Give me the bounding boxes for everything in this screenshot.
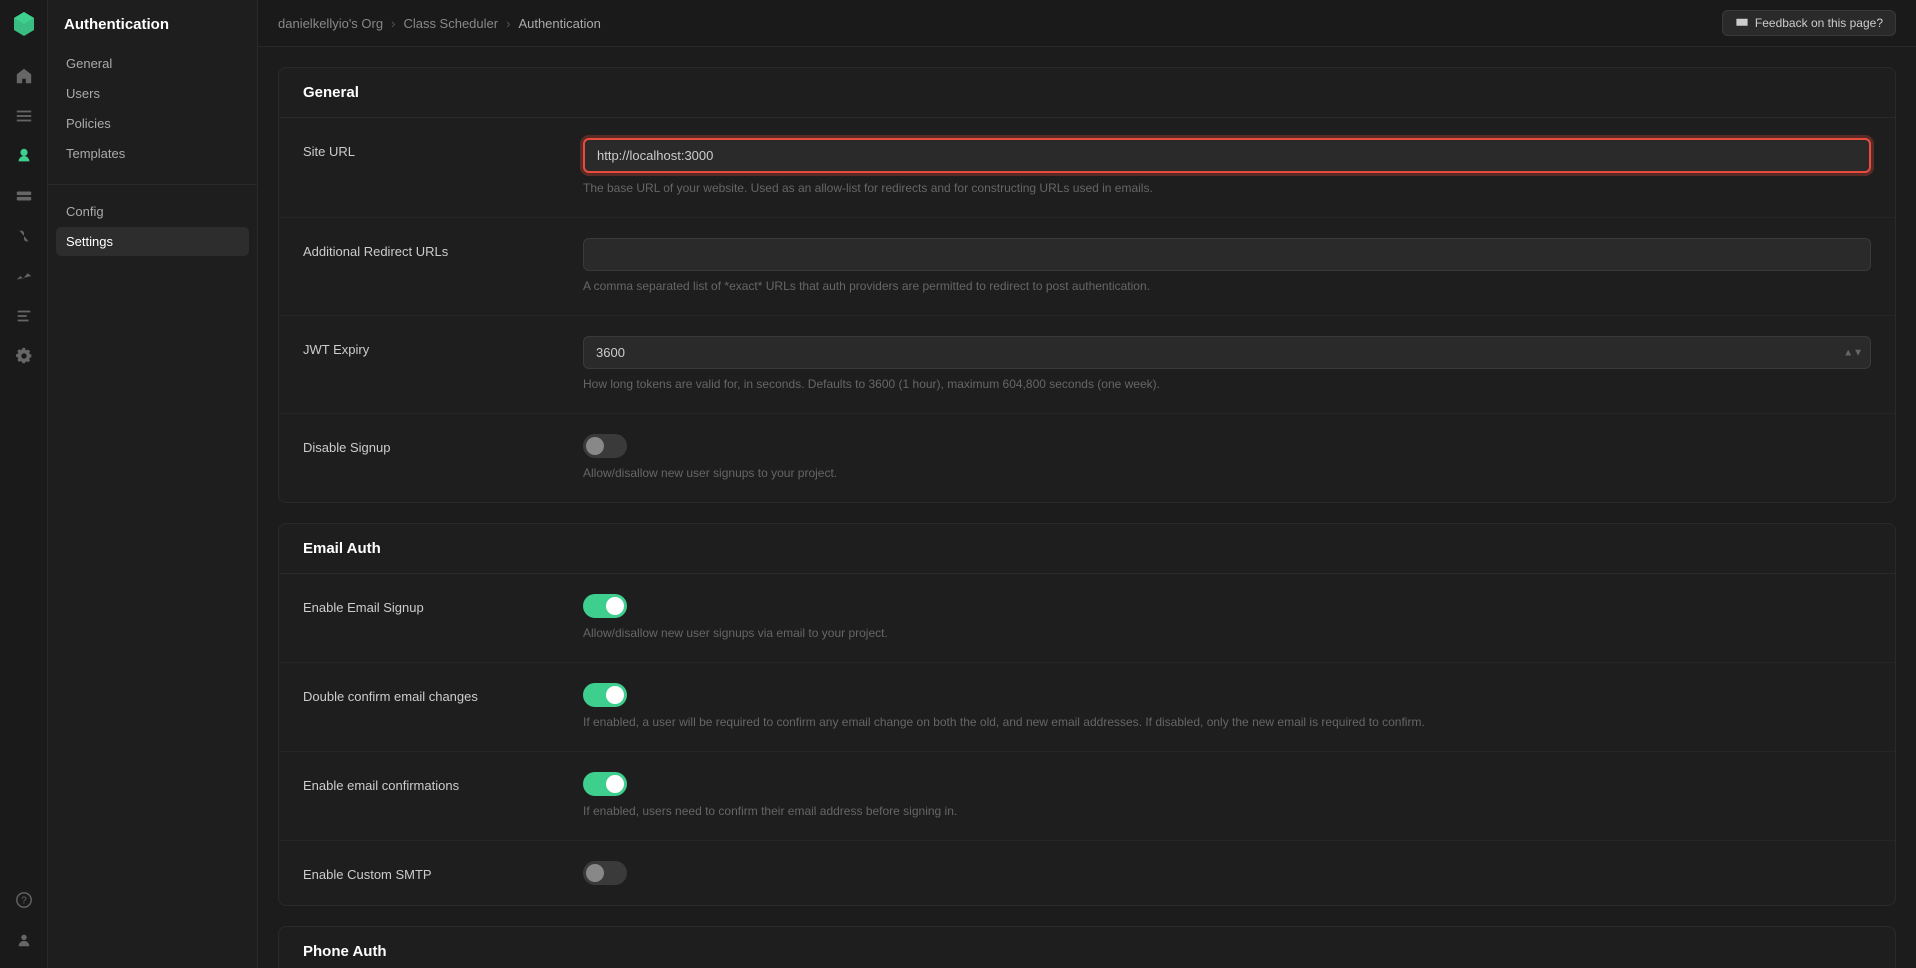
sidebar-title: Authentication [48,16,257,49]
jwt-expiry-row: JWT Expiry ▲▼ How long tokens are valid … [279,316,1895,414]
topbar: danielkellyio's Org › Class Scheduler › … [258,0,1916,47]
jwt-expiry-control: ▲▼ How long tokens are valid for, in sec… [583,336,1871,393]
sidebar-item-templates[interactable]: Templates [56,139,249,168]
enable-email-confirmations-slider [583,772,627,796]
site-url-desc: The base URL of your website. Used as an… [583,179,1871,197]
double-confirm-email-row: Double confirm email changes If enabled,… [279,663,1895,752]
breadcrumb-sep1: › [391,16,395,31]
redirect-urls-label: Additional Redirect URLs [303,238,583,259]
general-section-title: General [279,68,1895,118]
nav-help-icon[interactable]: ? [6,882,42,918]
nav-home-icon[interactable] [6,58,42,94]
jwt-expiry-spinner[interactable]: ▲▼ [1843,347,1863,358]
redirect-urls-control: A comma separated list of *exact* URLs t… [583,238,1871,295]
email-auth-section: Email Auth Enable Email Signup Allow/dis… [278,523,1896,906]
double-confirm-email-toggle[interactable] [583,683,627,707]
main-area: danielkellyio's Org › Class Scheduler › … [258,0,1916,968]
site-url-control: The base URL of your website. Used as an… [583,138,1871,197]
svg-text:?: ? [21,896,27,907]
enable-custom-smtp-control [583,861,1871,885]
disable-signup-slider [583,434,627,458]
enable-email-signup-toggle[interactable] [583,594,627,618]
jwt-expiry-wrap: ▲▼ [583,336,1871,369]
nav-auth-icon[interactable] [6,138,42,174]
nav-table-icon[interactable] [6,98,42,134]
app-logo[interactable] [10,10,38,38]
icon-rail: ? [0,0,48,968]
double-confirm-email-label: Double confirm email changes [303,683,583,704]
general-section-body: Site URL The base URL of your website. U… [279,118,1895,502]
redirect-urls-row: Additional Redirect URLs A comma separat… [279,218,1895,316]
email-auth-section-body: Enable Email Signup Allow/disallow new u… [279,574,1895,905]
site-url-input[interactable] [583,138,1871,173]
enable-email-confirmations-row: Enable email confirmations If enabled, u… [279,752,1895,841]
breadcrumb: danielkellyio's Org › Class Scheduler › … [278,16,601,31]
redirect-urls-input[interactable] [583,238,1871,271]
enable-email-confirmations-toggle[interactable] [583,772,627,796]
enable-email-signup-slider [583,594,627,618]
sidebar-item-settings[interactable]: Settings [56,227,249,256]
double-confirm-email-desc: If enabled, a user will be required to c… [583,713,1871,731]
sidebar-item-users[interactable]: Users [56,79,249,108]
double-confirm-email-control: If enabled, a user will be required to c… [583,683,1871,731]
feedback-button[interactable]: Feedback on this page? [1722,10,1896,36]
enable-custom-smtp-label: Enable Custom SMTP [303,861,583,882]
jwt-expiry-label: JWT Expiry [303,336,583,357]
enable-custom-smtp-slider [583,861,627,885]
sidebar-item-config[interactable]: Config [56,197,249,226]
sidebar: Authentication General Users Policies Te… [48,0,258,968]
nav-logs-icon[interactable] [6,298,42,334]
breadcrumb-org[interactable]: danielkellyio's Org [278,16,383,31]
disable-signup-control: Allow/disallow new user signups to your … [583,434,1871,482]
enable-email-signup-label: Enable Email Signup [303,594,583,615]
disable-signup-toggle[interactable] [583,434,627,458]
feedback-icon [1735,16,1749,30]
sidebar-config-section: Config Settings [48,184,257,256]
enable-email-confirmations-control: If enabled, users need to confirm their … [583,772,1871,820]
nav-profile-icon[interactable] [6,922,42,958]
site-url-row: Site URL The base URL of your website. U… [279,118,1895,218]
general-section: General Site URL The base URL of your we… [278,67,1896,503]
breadcrumb-project[interactable]: Class Scheduler [403,16,498,31]
sidebar-nav-section: General Users Policies Templates [48,49,257,168]
disable-signup-label: Disable Signup [303,434,583,455]
enable-email-signup-row: Enable Email Signup Allow/disallow new u… [279,574,1895,663]
nav-settings-icon[interactable] [6,338,42,374]
sidebar-item-general[interactable]: General [56,49,249,78]
enable-custom-smtp-toggle[interactable] [583,861,627,885]
breadcrumb-current: Authentication [518,16,600,31]
sidebar-item-policies[interactable]: Policies [56,109,249,138]
double-confirm-email-slider [583,683,627,707]
breadcrumb-sep2: › [506,16,510,31]
jwt-expiry-input[interactable] [583,336,1871,369]
phone-auth-section-title: Phone Auth [279,927,1895,968]
site-url-label: Site URL [303,138,583,159]
enable-custom-smtp-row: Enable Custom SMTP [279,841,1895,905]
nav-analytics-icon[interactable] [6,258,42,294]
disable-signup-desc: Allow/disallow new user signups to your … [583,464,1871,482]
phone-auth-section: Phone Auth Enable Phone Signup Allow/dis… [278,926,1896,968]
feedback-label: Feedback on this page? [1755,16,1883,30]
disable-signup-row: Disable Signup Allow/disallow new user s… [279,414,1895,502]
enable-email-confirmations-desc: If enabled, users need to confirm their … [583,802,1871,820]
enable-email-signup-desc: Allow/disallow new user signups via emai… [583,624,1871,642]
redirect-urls-desc: A comma separated list of *exact* URLs t… [583,277,1871,295]
enable-email-signup-control: Allow/disallow new user signups via emai… [583,594,1871,642]
nav-storage-icon[interactable] [6,178,42,214]
content-area: General Site URL The base URL of your we… [258,47,1916,968]
nav-functions-icon[interactable] [6,218,42,254]
enable-email-confirmations-label: Enable email confirmations [303,772,583,793]
jwt-expiry-desc: How long tokens are valid for, in second… [583,375,1871,393]
email-auth-section-title: Email Auth [279,524,1895,574]
